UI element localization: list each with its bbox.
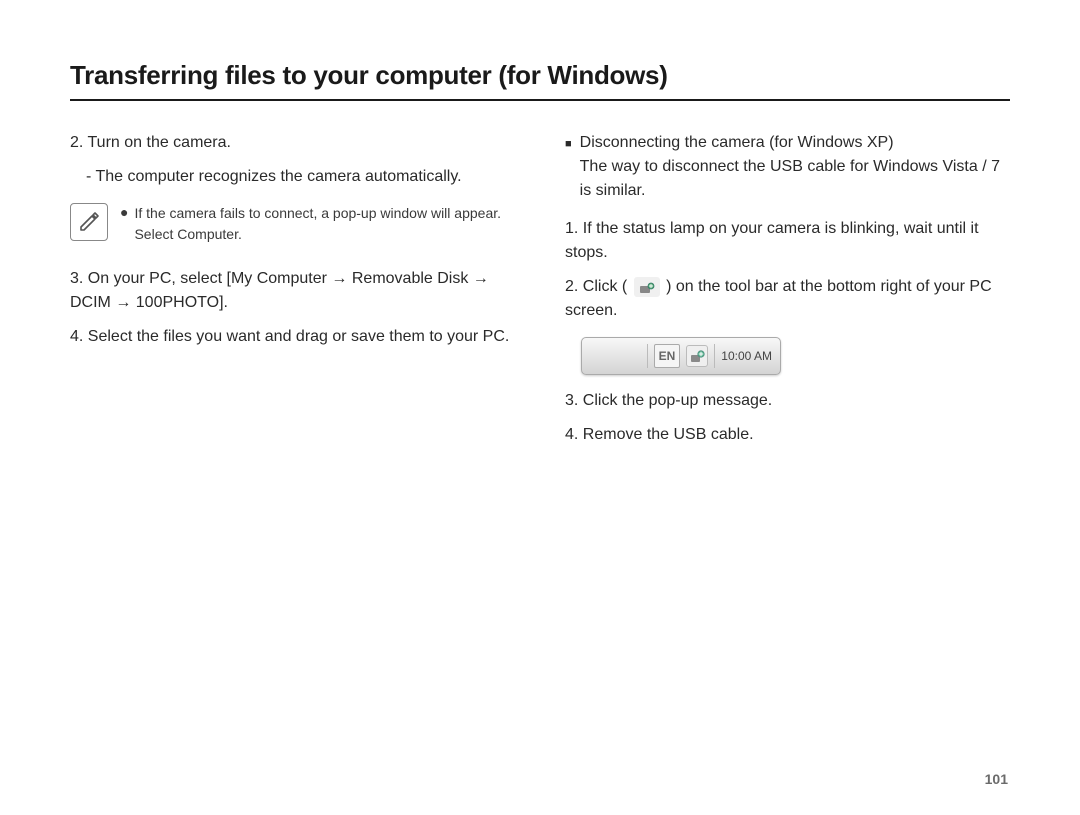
pencil-note-icon xyxy=(77,210,101,234)
note-icon xyxy=(70,203,108,241)
right-step-4: 4. Remove the USB cable. xyxy=(565,423,1010,447)
taskbar-separator-2 xyxy=(714,344,715,368)
step-2-sub: - The computer recognizes the camera aut… xyxy=(86,165,515,189)
taskbar-image: EN 10:00 AM xyxy=(581,337,781,375)
safely-remove-inline-icon xyxy=(634,277,660,297)
subheading-desc: The way to disconnect the USB cable for … xyxy=(580,158,1000,199)
page-number: 101 xyxy=(985,771,1008,787)
square-bullet-icon: ■ xyxy=(565,136,572,153)
right-step-2: 2. Click ( ) on the tool bar at the bott… xyxy=(565,275,1010,323)
safely-remove-icon xyxy=(686,345,708,367)
right-step-1: 1. If the status lamp on your camera is … xyxy=(565,217,1010,265)
right-column: ■ Disconnecting the camera (for Windows … xyxy=(565,131,1010,457)
bullet-dot: ● xyxy=(120,203,128,245)
page-title: Transferring files to your computer (for… xyxy=(70,60,1010,101)
left-column: 2. Turn on the camera. - The computer re… xyxy=(70,131,515,457)
note-block: ● If the camera fails to connect, a pop-… xyxy=(70,203,515,245)
subheading-text: Disconnecting the camera (for Windows XP… xyxy=(580,134,894,151)
taskbar-lang: EN xyxy=(654,344,681,368)
content-columns: 2. Turn on the camera. - The computer re… xyxy=(70,131,1010,457)
note-line2: Select Computer. xyxy=(134,226,241,242)
note-line1: If the camera fails to connect, a pop-up… xyxy=(134,205,501,221)
step-4: 4. Select the files you want and drag or… xyxy=(70,325,515,349)
disconnect-subheading: ■ Disconnecting the camera (for Windows … xyxy=(565,131,1010,203)
taskbar-time: 10:00 AM xyxy=(721,347,772,365)
right-step-3: 3. Click the pop-up message. xyxy=(565,389,1010,413)
step-2: 2. Turn on the camera. xyxy=(70,131,515,155)
taskbar-separator xyxy=(647,344,648,368)
note-text: ● If the camera fails to connect, a pop-… xyxy=(120,203,515,245)
step-3: 3. On your PC, select [My Computer → Rem… xyxy=(70,267,515,315)
right-step-2a: 2. Click ( xyxy=(565,278,632,295)
